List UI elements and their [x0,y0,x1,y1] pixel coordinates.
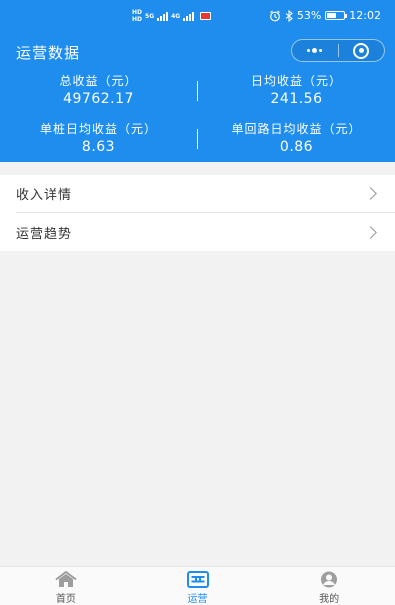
tab-home[interactable]: 首页 [0,567,132,605]
menu-item-income-details[interactable]: 收入详情 [16,175,395,213]
stat-label: 总收益（元） [59,74,138,88]
network-type-label: 5G [145,12,155,20]
battery-icon [325,11,348,20]
home-icon [55,571,77,587]
menu-item-label: 运营趋势 [16,226,73,242]
operations-icon [186,571,209,588]
tab-profile[interactable]: 我的 [263,567,395,605]
stat-label: 单桩日均收益（元） [39,122,157,136]
chevron-right-icon [364,187,377,200]
status-right: 53% 12:02 [269,9,381,22]
target-icon [353,42,370,59]
tab-label: 首页 [55,594,76,605]
battery-percent: 53% [296,9,322,22]
stat-label: 日均收益（元） [250,74,342,88]
stat-total-income: 总收益（元） 49762.17 [0,74,197,108]
stat-per-pile-daily: 单桩日均收益（元） 8.63 [0,122,197,156]
tab-label: 我的 [319,594,340,605]
stat-value: 49762.17 [63,91,134,107]
bluetooth-icon [285,9,293,22]
page-title: 运营数据 [16,44,81,62]
stat-value: 0.86 [279,139,314,155]
menu-list: 收入详情 运营趋势 [0,175,395,251]
stat-daily-income: 日均收益（元） 241.56 [198,74,395,108]
status-bar: HD HD 5G 4G 53% 12:02 [0,0,395,34]
tab-bar: 首页 运营 我的 [0,566,395,605]
chevron-right-icon [364,225,377,239]
mini-program-capsule [291,39,385,62]
profile-icon [321,571,338,588]
stat-label: 单回路日均收益（元） [231,122,362,136]
close-button[interactable] [338,40,384,61]
alarm-icon [269,10,280,21]
clock: 12:02 [349,9,381,22]
signal-icon [183,11,195,21]
stat-per-circuit-daily: 单回路日均收益（元） 0.86 [198,122,395,156]
hd-icon: HD HD [132,9,143,23]
tab-operations[interactable]: 运营 [132,567,264,605]
menu-item-label: 收入详情 [16,188,73,203]
stat-value: 241.56 [270,91,323,107]
tab-label: 运营 [187,594,208,605]
network-type-label: 4G [171,12,181,20]
notification-icon [200,12,212,20]
stat-value: 8.63 [81,139,116,155]
header: 运营数据 总收益（元） 49762.17 日均收益（元） 241.56 单桩日均… [0,34,395,162]
menu-item-operation-trend[interactable]: 运营趋势 [16,213,395,251]
more-button[interactable] [292,40,338,61]
network-indicators: HD HD 5G 4G [132,9,212,23]
more-icon [307,48,323,53]
signal-icon [157,11,169,21]
